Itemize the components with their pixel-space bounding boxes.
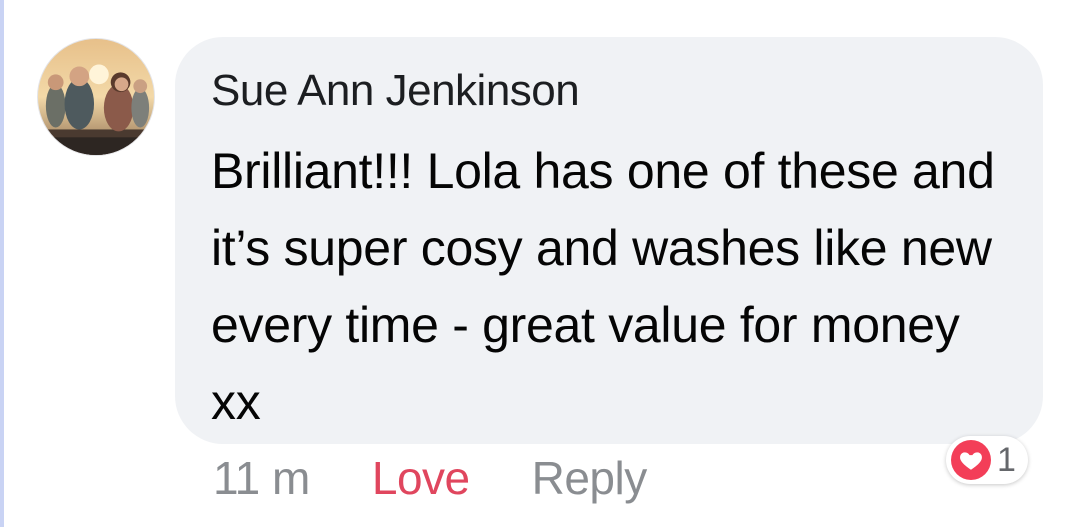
thread-line — [0, 0, 4, 527]
comment-bubble: Sue Ann Jenkinson Brilliant!!! Lola has … — [175, 37, 1043, 444]
reaction-count: 1 — [997, 441, 1016, 479]
comment-text: Brilliant!!! Lola has one of these and i… — [211, 143, 995, 430]
reaction-summary[interactable]: 1 — [946, 436, 1028, 484]
profile-photo — [38, 39, 154, 155]
heart-icon — [951, 440, 991, 480]
love-button[interactable]: Love — [372, 451, 470, 505]
reply-button[interactable]: Reply — [532, 451, 648, 505]
avatar[interactable] — [37, 38, 155, 156]
comment-timestamp[interactable]: 11 m — [213, 451, 310, 505]
comment-author[interactable]: Sue Ann Jenkinson — [211, 65, 1013, 117]
comment-actions: 11 m Love Reply — [213, 448, 647, 508]
